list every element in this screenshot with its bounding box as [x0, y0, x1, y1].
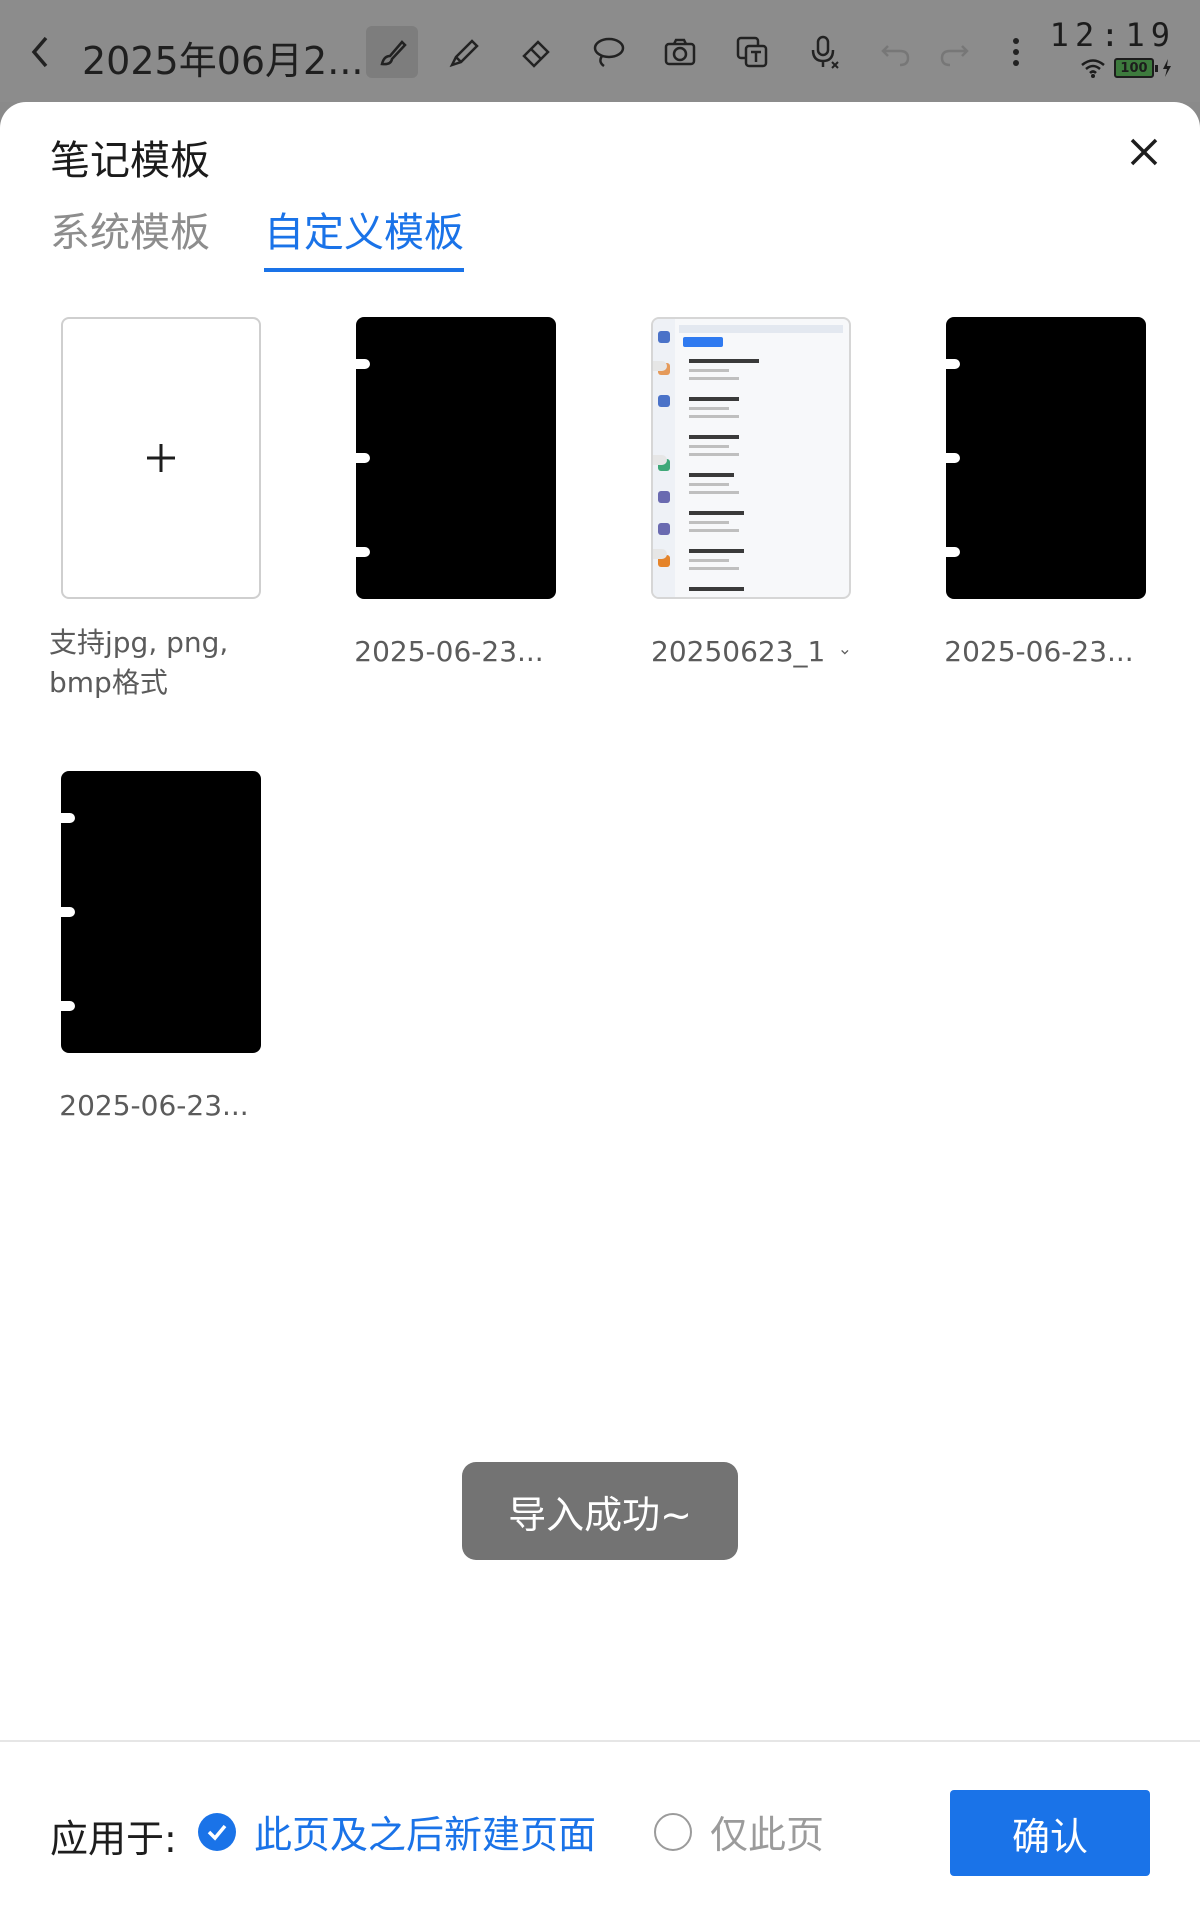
thumbnail-icon [658, 491, 670, 503]
option-label: 此页及之后新建页面 [254, 1813, 597, 1857]
thumbnail-line [689, 567, 739, 570]
thumbnail-line [689, 473, 734, 477]
template-label: 2025-06-23... [59, 1089, 249, 1122]
template-name[interactable]: 2025-06-23... [59, 1089, 261, 1122]
thumbnail-line [689, 559, 729, 562]
binder-hole [653, 549, 667, 559]
template-name[interactable]: 20250623_1 [651, 635, 851, 668]
tab-custom-templates[interactable]: 自定义模板 [264, 200, 464, 272]
thumbnail-line [689, 415, 739, 418]
chevron-down-icon[interactable] [839, 641, 851, 663]
redo-icon[interactable] [928, 26, 980, 78]
template-thumbnail[interactable] [946, 317, 1146, 599]
dialog-title: 笔记模板 [50, 138, 210, 184]
close-icon[interactable] [1122, 130, 1166, 174]
top-toolbar: 2025年06月2... 12:19 100 [0, 0, 1200, 102]
text-recognize-icon[interactable] [726, 26, 778, 78]
voice-icon[interactable] [798, 26, 850, 78]
option-label: 仅此页 [710, 1813, 825, 1857]
thumbnail-line [689, 445, 729, 448]
binder-hole [61, 907, 75, 917]
camera-icon[interactable] [654, 26, 706, 78]
thumbnail-line [689, 397, 739, 401]
option-this-and-new-pages[interactable]: 此页及之后新建页面 [198, 1804, 596, 1859]
thumbnail-line [689, 453, 739, 456]
binder-hole [356, 453, 370, 463]
clock: 12:19 [1049, 16, 1176, 54]
thumbnail-line [689, 549, 744, 553]
lasso-icon[interactable] [582, 26, 634, 78]
template-card[interactable]: 2025-06-23... [354, 317, 556, 668]
template-name[interactable]: 2025-06-23... [944, 635, 1146, 668]
battery-indicator: 100 [1114, 58, 1158, 78]
thumbnail-line [689, 407, 729, 410]
apply-footer: 应用于: 此页及之后新建页面 仅此页 确认 [0, 1740, 1200, 1920]
template-thumbnail[interactable] [61, 771, 261, 1053]
binder-hole [356, 547, 370, 557]
add-template-card[interactable]: 支持jpg, png, bmp格式 [49, 317, 261, 703]
binder-hole [946, 453, 960, 463]
template-card[interactable]: 20250623_1 [651, 317, 851, 668]
template-card[interactable]: 2025-06-23... [944, 317, 1146, 668]
binder-hole [653, 455, 667, 465]
template-label: 2025-06-23... [944, 635, 1134, 668]
thumbnail-line [689, 435, 739, 439]
template-label: 20250623_1 [651, 635, 826, 668]
status-indicators: 100 [1080, 58, 1172, 78]
template-thumbnail[interactable] [651, 317, 851, 599]
import-success-toast: 导入成功~ [462, 1462, 738, 1560]
eraser-icon[interactable] [510, 26, 562, 78]
charging-icon [1163, 59, 1171, 77]
highlighter-icon[interactable] [438, 26, 490, 78]
brush-icon[interactable] [366, 26, 418, 78]
binder-hole [653, 361, 667, 371]
back-icon[interactable] [26, 34, 56, 70]
thumbnail-button [683, 337, 723, 347]
apply-label: 应用于: [50, 1817, 177, 1861]
template-tabs: 系统模板 自定义模板 [50, 200, 464, 272]
binder-hole [61, 813, 75, 823]
option-this-page-only[interactable]: 仅此页 [654, 1804, 824, 1859]
thumbnail-line [689, 483, 729, 486]
thumbnail-line [689, 491, 739, 494]
wifi-icon [1081, 59, 1105, 78]
format-hint: 支持jpg, png, bmp格式 [49, 626, 229, 699]
thumbnail-line [689, 359, 759, 363]
binder-hole [946, 359, 960, 369]
template-sheet: 笔记模板 系统模板 自定义模板 支持jpg, png, bmp格式 2025-0… [0, 102, 1200, 1920]
thumbnail-line [689, 511, 744, 515]
template-card[interactable]: 2025-06-23... [59, 771, 261, 1122]
template-label: 2025-06-23... [354, 635, 544, 668]
plus-icon [147, 444, 175, 472]
thumbnail-icon [658, 331, 670, 343]
thumbnail-line [689, 369, 729, 372]
template-thumbnail[interactable] [356, 317, 556, 599]
undo-icon[interactable] [870, 26, 922, 78]
thumbnail-icon [658, 523, 670, 535]
thumbnail-header [679, 325, 843, 333]
thumbnail-icon [658, 395, 670, 407]
radio-unchecked-icon[interactable] [654, 1812, 692, 1851]
binder-hole [356, 359, 370, 369]
add-template-button[interactable] [61, 317, 261, 599]
binder-hole [61, 1001, 75, 1011]
thumbnail-line [689, 377, 739, 380]
radio-checked-icon[interactable] [198, 1812, 236, 1851]
confirm-button[interactable]: 确认 [950, 1790, 1150, 1876]
thumbnail-line [689, 529, 739, 532]
more-icon[interactable] [990, 26, 1042, 78]
thumbnail-line [689, 521, 729, 524]
tab-system-templates[interactable]: 系统模板 [50, 200, 210, 272]
thumbnail-line [689, 587, 744, 591]
binder-hole [946, 547, 960, 557]
note-title[interactable]: 2025年06月2... [82, 30, 363, 85]
template-name[interactable]: 2025-06-23... [354, 635, 556, 668]
